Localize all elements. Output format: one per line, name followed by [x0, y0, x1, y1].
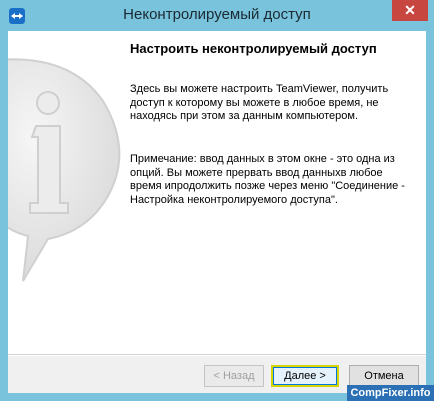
watermark: CompFixer.info [347, 385, 434, 401]
close-button[interactable]: ✕ [392, 0, 428, 21]
note-text: Примечание: ввод данных в этом окне - эт… [130, 153, 405, 206]
dialog-client-area: Настроить неконтролируемый доступ Здесь … [8, 31, 426, 393]
close-icon: ✕ [404, 2, 416, 18]
footer-divider-highlight [8, 355, 426, 356]
dialog-window: Неконтролируемый доступ ✕ Настроить неко… [0, 0, 434, 401]
page-heading: Настроить неконтролируемый доступ [130, 41, 377, 56]
cancel-button[interactable]: Отмена [349, 365, 419, 387]
back-button[interactable]: < Назад [204, 365, 264, 387]
content-panel: Настроить неконтролируемый доступ Здесь … [8, 31, 426, 354]
description-text: Здесь вы можете настроить TeamViewer, по… [130, 83, 389, 122]
window-title: Неконтролируемый доступ [123, 6, 311, 23]
info-bubble-icon [8, 58, 121, 282]
title-bar[interactable]: Неконтролируемый доступ ✕ [0, 0, 434, 32]
next-button[interactable]: Далее > [271, 365, 339, 387]
